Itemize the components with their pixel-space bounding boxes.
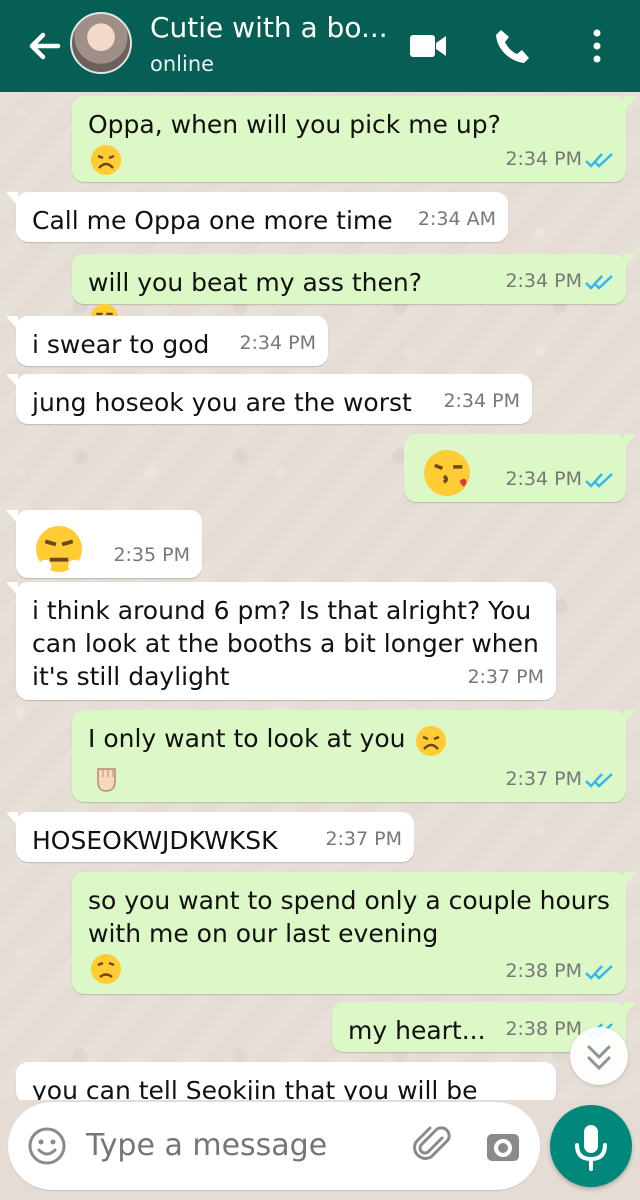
message-composer — [8, 1102, 540, 1190]
message-10[interactable]: HOSEOKWJDKWKSK 2:37 PM — [6, 812, 414, 862]
message-5[interactable]: jung hoseok you are the worst 2:34 PM — [6, 374, 532, 424]
online-status: online — [150, 52, 215, 76]
raised-fist-icon — [97, 768, 116, 792]
steam-from-nose-icon — [36, 526, 82, 572]
message-7[interactable]: 2:35 PM — [6, 510, 202, 578]
read-receipt-icon — [585, 274, 613, 290]
message-meta: 2:34 AM — [417, 208, 496, 230]
microphone-icon — [575, 1125, 607, 1171]
tired-face-icon — [416, 725, 447, 756]
read-receipt-icon — [585, 472, 613, 488]
message-text: I only want to look at you — [88, 724, 406, 753]
message-3[interactable]: will you beat my ass then? 2:34 PM — [72, 254, 636, 332]
message-input[interactable] — [86, 1128, 386, 1163]
double-chevron-down-icon — [587, 1045, 611, 1071]
message-8[interactable]: i think around 6 pm? Is that alright? Yo… — [6, 582, 556, 700]
phone-icon[interactable] — [490, 24, 534, 68]
message-meta: 2:34 PM — [505, 265, 614, 298]
back-arrow-icon[interactable] — [24, 26, 64, 66]
conversation[interactable]: Oppa, when will you pick me up? 2:34 PM … — [0, 92, 640, 1100]
message-2[interactable]: Call me Oppa one more time 2:34 AM — [6, 192, 508, 242]
message-text: so you want to spend only a couple hours… — [88, 886, 610, 948]
message-1[interactable]: Oppa, when will you pick me up? 2:34 PM — [72, 96, 636, 182]
read-receipt-icon — [585, 964, 613, 980]
message-text: i think around 6 pm? Is that alright? Yo… — [32, 596, 539, 691]
message-meta: 2:34 PM — [443, 390, 520, 412]
message-meta: 2:37 PM — [325, 828, 402, 850]
message-11[interactable]: so you want to spend only a couple hours… — [72, 872, 636, 994]
attachment-icon[interactable] — [413, 1125, 455, 1167]
video-call-icon[interactable] — [405, 24, 449, 68]
message-text: you can tell Seokjin that you will be — [32, 1076, 478, 1100]
voice-message-button[interactable] — [550, 1105, 632, 1187]
message-4[interactable]: i swear to god 2:34 PM — [6, 316, 328, 366]
message-6[interactable]: 2:34 PM — [404, 434, 636, 502]
message-9[interactable]: I only want to look at you 2:37 PM — [72, 710, 636, 802]
message-13[interactable]: you can tell Seokjin that you will be — [16, 1062, 556, 1100]
message-meta: 2:34 PM — [239, 332, 316, 354]
contact-name[interactable]: Cutie with a bo... — [150, 11, 388, 45]
scroll-down-button[interactable] — [570, 1027, 628, 1085]
read-receipt-icon — [585, 152, 613, 168]
more-options-icon[interactable] — [575, 24, 619, 68]
read-receipt-icon — [585, 772, 613, 788]
message-meta: 2:35 PM — [113, 544, 190, 566]
message-meta: 2:37 PM — [505, 763, 614, 796]
contact-avatar[interactable] — [70, 12, 132, 74]
tired-face-icon — [91, 144, 121, 175]
message-meta: 2:37 PM — [467, 666, 544, 688]
message-meta: 2:34 PM — [505, 143, 614, 176]
chat-header: Cutie with a bo... online — [0, 0, 640, 92]
disappointed-face-icon — [91, 953, 121, 984]
message-meta: 2:34 PM — [505, 463, 614, 496]
camera-icon[interactable] — [482, 1125, 524, 1167]
face-blowing-kiss-icon — [424, 450, 470, 496]
message-meta: 2:38 PM — [505, 955, 614, 988]
emoji-icon[interactable] — [26, 1125, 68, 1167]
message-text: Oppa, when will you pick me up? — [88, 110, 501, 139]
